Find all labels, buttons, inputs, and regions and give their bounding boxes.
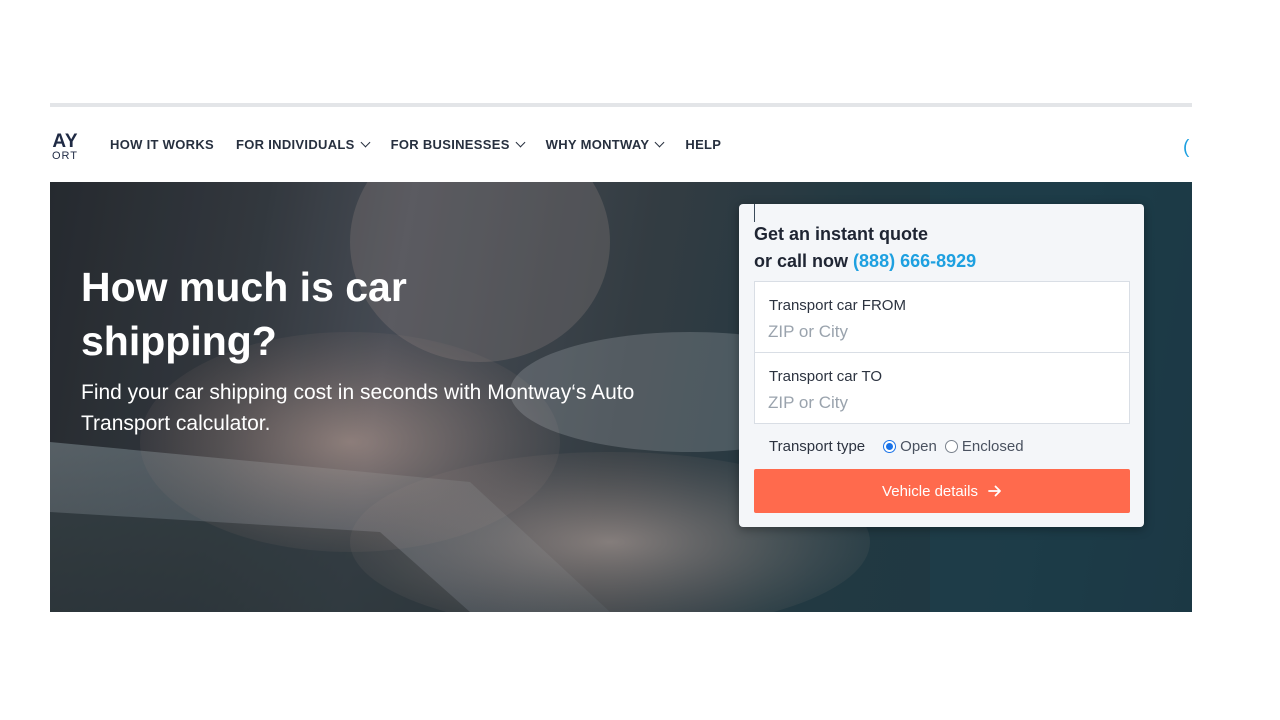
nav-item-for-businesses[interactable]: FOR BUSINESSES xyxy=(390,137,526,152)
nav-item-label: WHY MONTWAY xyxy=(545,137,650,152)
nav-item-label: FOR BUSINESSES xyxy=(390,137,510,152)
chevron-down-icon xyxy=(654,137,665,148)
transport-type-label: Transport type xyxy=(769,438,866,455)
quote-phone-link[interactable]: (888) 666-8929 xyxy=(853,251,976,271)
site-header: AY ORT HOW IT WORKS FOR INDIVIDUALS FOR … xyxy=(50,107,1192,182)
hero-title: How much is car shipping? xyxy=(81,264,407,364)
from-location-input[interactable] xyxy=(768,320,1108,344)
nav-item-label: HELP xyxy=(685,137,722,152)
nav-item-how-it-works[interactable]: HOW IT WORKS xyxy=(110,137,214,152)
location-fields: Transport car FROM Transport car TO xyxy=(754,281,1130,424)
transport-type-enclosed-radio[interactable]: Enclosed xyxy=(944,438,1024,455)
cta-label: Vehicle details xyxy=(882,482,978,500)
montway-logo[interactable]: AY ORT xyxy=(50,131,80,163)
logo-tagline: ORT xyxy=(51,150,78,162)
radio-label: Enclosed xyxy=(961,438,1024,455)
to-location-input[interactable] xyxy=(768,391,1108,415)
transport-type-row: Transport type Open Enclosed xyxy=(769,438,1024,455)
quote-title: Get an instant quote xyxy=(754,224,929,244)
hero-subtitle: Find your car shipping cost in seconds w… xyxy=(81,381,635,435)
nav-item-label: FOR INDIVIDUALS xyxy=(235,137,355,152)
chevron-down-icon xyxy=(360,137,371,148)
radio-selected-icon xyxy=(883,440,897,453)
card-accent-line xyxy=(754,204,755,222)
chevron-down-icon xyxy=(515,137,526,148)
nav-item-label: HOW IT WORKS xyxy=(110,137,214,152)
hero-section: How much is car shipping? Find your car … xyxy=(50,182,1192,612)
from-field-label: Transport car FROM xyxy=(769,297,906,314)
transport-type-open-radio[interactable]: Open xyxy=(883,438,937,455)
quote-form-card: Get an instant quote or call now (888) 6… xyxy=(739,204,1144,527)
call-prefix: or call now xyxy=(754,251,849,271)
arrow-right-icon xyxy=(988,485,1001,497)
main-nav: HOW IT WORKS FOR INDIVIDUALS FOR BUSINES… xyxy=(110,137,721,152)
radio-unselected-icon xyxy=(944,440,958,453)
to-field-group: Transport car TO xyxy=(755,353,1129,424)
vehicle-details-button[interactable]: Vehicle details xyxy=(754,469,1130,513)
nav-item-help[interactable]: HELP xyxy=(685,137,721,152)
radio-label: Open xyxy=(900,438,937,455)
to-field-label: Transport car TO xyxy=(769,368,883,385)
nav-item-for-individuals[interactable]: FOR INDIVIDUALS xyxy=(235,137,371,152)
header-phone-link[interactable]: ( xyxy=(1183,137,1189,159)
nav-item-why-montway[interactable]: WHY MONTWAY xyxy=(545,137,665,152)
from-field-group: Transport car FROM xyxy=(755,282,1129,353)
quote-call-line: or call now (888) 666-8929 xyxy=(754,251,976,272)
page-viewport: AY ORT HOW IT WORKS FOR INDIVIDUALS FOR … xyxy=(50,103,1192,612)
